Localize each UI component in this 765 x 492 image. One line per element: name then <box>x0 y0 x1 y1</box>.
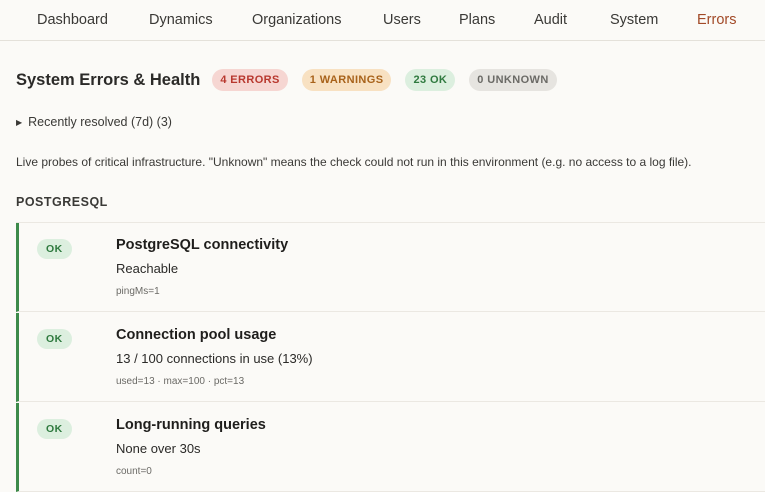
nav-dashboard[interactable]: Dashboard <box>37 12 108 28</box>
nav-dynamics[interactable]: Dynamics <box>149 12 213 28</box>
check-meta: count=0 <box>116 466 152 477</box>
check-title: PostgreSQL connectivity <box>116 237 289 253</box>
nav-system[interactable]: System <box>610 12 658 28</box>
recently-resolved-toggle[interactable]: ▶ Recently resolved (7d) (3) <box>16 115 172 129</box>
check-title: Connection pool usage <box>116 327 277 343</box>
health-check-card: OK PostgreSQL connectivity Reachable pin… <box>16 223 765 312</box>
top-nav: Dashboard Dynamics Organizations Users P… <box>0 0 765 41</box>
section-title-postgresql: POSTGRESQL <box>16 195 108 209</box>
nav-organizations[interactable]: Organizations <box>252 12 341 28</box>
check-meta: pingMs=1 <box>116 286 160 297</box>
page-title: System Errors & Health <box>16 70 201 89</box>
disclosure-triangle-icon: ▶ <box>16 118 23 127</box>
nav-users[interactable]: Users <box>383 12 421 28</box>
status-badge: OK <box>37 329 72 349</box>
status-badge: OK <box>37 419 72 439</box>
nav-plans[interactable]: Plans <box>459 12 495 28</box>
errors-count-badge: 4 ERRORS <box>212 69 288 91</box>
intro-text: Live probes of critical infrastructure. … <box>16 155 692 169</box>
health-check-card: OK Connection pool usage 13 / 100 connec… <box>16 313 765 402</box>
unknown-count-badge: 0 UNKNOWN <box>469 69 557 91</box>
recently-resolved-label: Recently resolved (7d) (3) <box>28 115 172 129</box>
nav-audit[interactable]: Audit <box>534 12 567 28</box>
status-badge: OK <box>37 239 72 259</box>
check-meta: used=13 · max=100 · pct=13 <box>116 376 245 387</box>
nav-errors[interactable]: Errors <box>697 12 736 28</box>
page-header: System Errors & Health 4 ERRORS 1 WARNIN… <box>16 68 571 92</box>
health-check-card: OK Long-running queries None over 30s co… <box>16 403 765 492</box>
warnings-count-badge: 1 WARNINGS <box>301 69 392 91</box>
check-detail: 13 / 100 connections in use (13%) <box>116 351 313 366</box>
check-title: Long-running queries <box>116 417 266 433</box>
ok-count-badge: 23 OK <box>405 69 456 91</box>
check-detail: None over 30s <box>116 441 201 456</box>
check-detail: Reachable <box>116 261 179 276</box>
